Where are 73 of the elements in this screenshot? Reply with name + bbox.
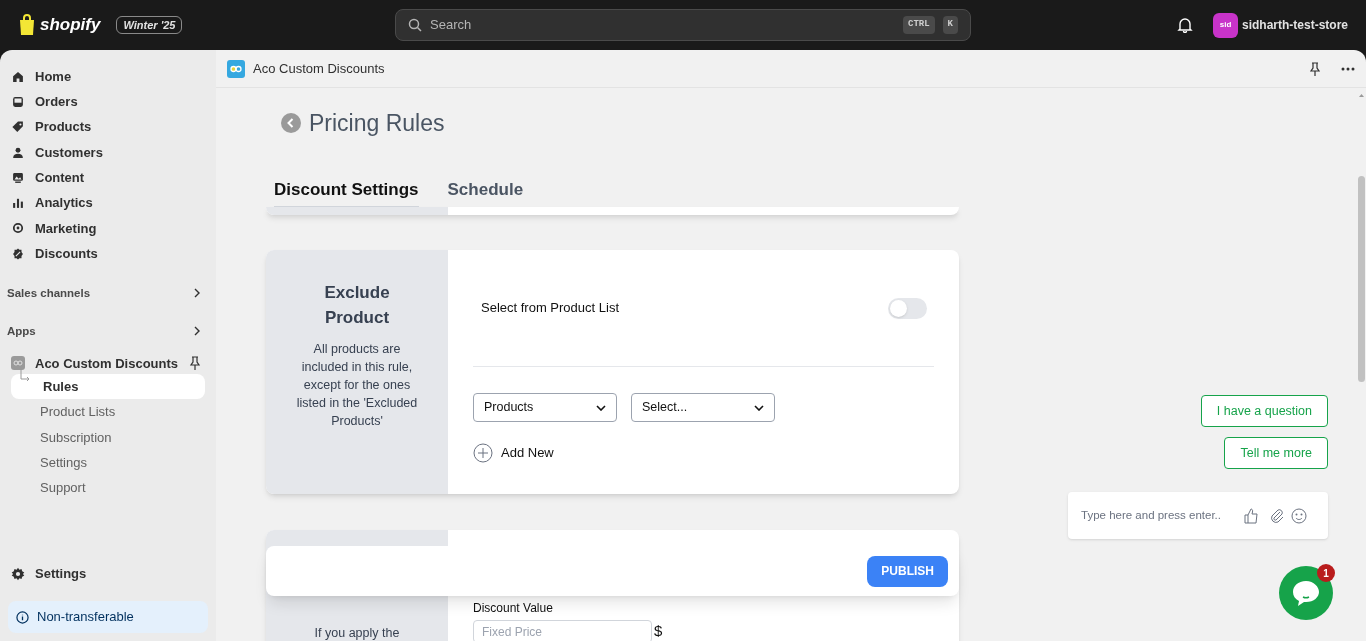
target-icon [11, 221, 25, 236]
notice-text: Non-transferable [37, 608, 134, 627]
edition-badge: Winter '25 [116, 16, 183, 34]
app-name[interactable]: Aco Custom Discounts [35, 353, 179, 374]
bar-chart-icon [11, 196, 25, 211]
inbox-icon [11, 94, 25, 109]
chevron-right-icon [194, 326, 200, 337]
notice-banner[interactable]: Non-transferable [8, 601, 208, 633]
shopping-bag-icon [18, 14, 36, 36]
search-input[interactable]: Search [430, 15, 895, 35]
sidebar-item[interactable]: Settings [8, 561, 208, 586]
page-title: Pricing Rules [309, 109, 445, 138]
chevron-down-icon [596, 404, 606, 411]
app-logo-icon [11, 356, 25, 371]
sidebar-subitem[interactable]: Product Lists [8, 399, 208, 425]
card-description: All products are included in this rule, except for the ones listed in the 'Excluded Products' [295, 341, 419, 430]
discount-icon [11, 246, 25, 261]
more-icon[interactable] [1341, 66, 1355, 71]
card-title: Exclude Product [323, 282, 391, 329]
person-icon [11, 145, 25, 160]
scroll-up-icon[interactable] [1359, 94, 1364, 97]
dropdown[interactable]: Products [473, 393, 617, 422]
smiley-icon[interactable] [1291, 507, 1307, 524]
tab[interactable]: Schedule [447, 176, 524, 207]
card-description: If you apply the [314, 625, 400, 641]
tag-icon [11, 120, 25, 135]
price-input[interactable]: Fixed Price [473, 620, 652, 641]
search-field[interactable]: Search CTRL K [395, 9, 971, 41]
pin-icon[interactable] [1309, 61, 1321, 76]
notification-badge: 1 [1317, 564, 1335, 582]
field-label: Discount Value [473, 601, 553, 615]
store-avatar[interactable]: sid [1213, 12, 1238, 38]
add-new-button[interactable]: Add New [473, 443, 934, 463]
back-icon[interactable] [281, 113, 301, 134]
sidebar-item[interactable]: Marketing [8, 215, 208, 242]
sidebar-item[interactable]: Content [8, 165, 208, 191]
plus-circle-icon [473, 443, 493, 463]
section-header[interactable]: Sales channels [7, 282, 208, 305]
chat-input[interactable]: Type here and press enter.. [1068, 492, 1328, 539]
search-icon [408, 18, 422, 32]
sidebar-item[interactable]: Orders [8, 89, 208, 115]
publish-button[interactable]: PUBLISH [867, 555, 948, 587]
chevron-right-icon [194, 288, 200, 299]
paperclip-icon[interactable] [1269, 507, 1285, 524]
sidebar-subitem[interactable]: Subscription [8, 424, 208, 450]
logo[interactable]: shopify [40, 12, 101, 38]
shortcut-key: K [942, 16, 958, 34]
sidebar-item[interactable]: Discounts [8, 241, 208, 267]
scrollbar-thumb[interactable] [1358, 176, 1365, 382]
app-title: Aco Custom Discounts [253, 59, 385, 78]
sidebar-item[interactable]: Customers [8, 139, 208, 166]
sidebar-item[interactable]: Home [8, 64, 208, 90]
shortcut-key: CTRL [903, 16, 935, 34]
settings-icon [11, 566, 25, 581]
dropdown[interactable]: Select... [631, 393, 775, 422]
toggle-label: Select from Product List [481, 299, 619, 318]
app-logo-icon [227, 59, 245, 78]
toggle-switch[interactable] [888, 297, 927, 319]
chat-text-input[interactable]: Type here and press enter.. [1081, 506, 1237, 525]
image-icon [11, 170, 25, 185]
sidebar-subitem[interactable]: Support [8, 475, 208, 501]
sidebar-subitem[interactable]: Settings [8, 450, 208, 476]
pin-icon[interactable] [189, 356, 201, 371]
bell-icon[interactable] [1177, 17, 1193, 33]
section-header[interactable]: Apps [7, 320, 208, 343]
chat-launcher-icon[interactable] [1279, 566, 1333, 620]
thumbs-up-icon[interactable] [1243, 507, 1259, 524]
info-icon [16, 610, 29, 624]
chevron-down-icon [754, 404, 764, 411]
store-name[interactable]: sidharth-test-store [1242, 16, 1348, 34]
currency-symbol: $ [654, 621, 663, 641]
sidebar-item[interactable]: Products [8, 114, 208, 140]
sidebar-item[interactable]: Analytics [8, 190, 208, 216]
